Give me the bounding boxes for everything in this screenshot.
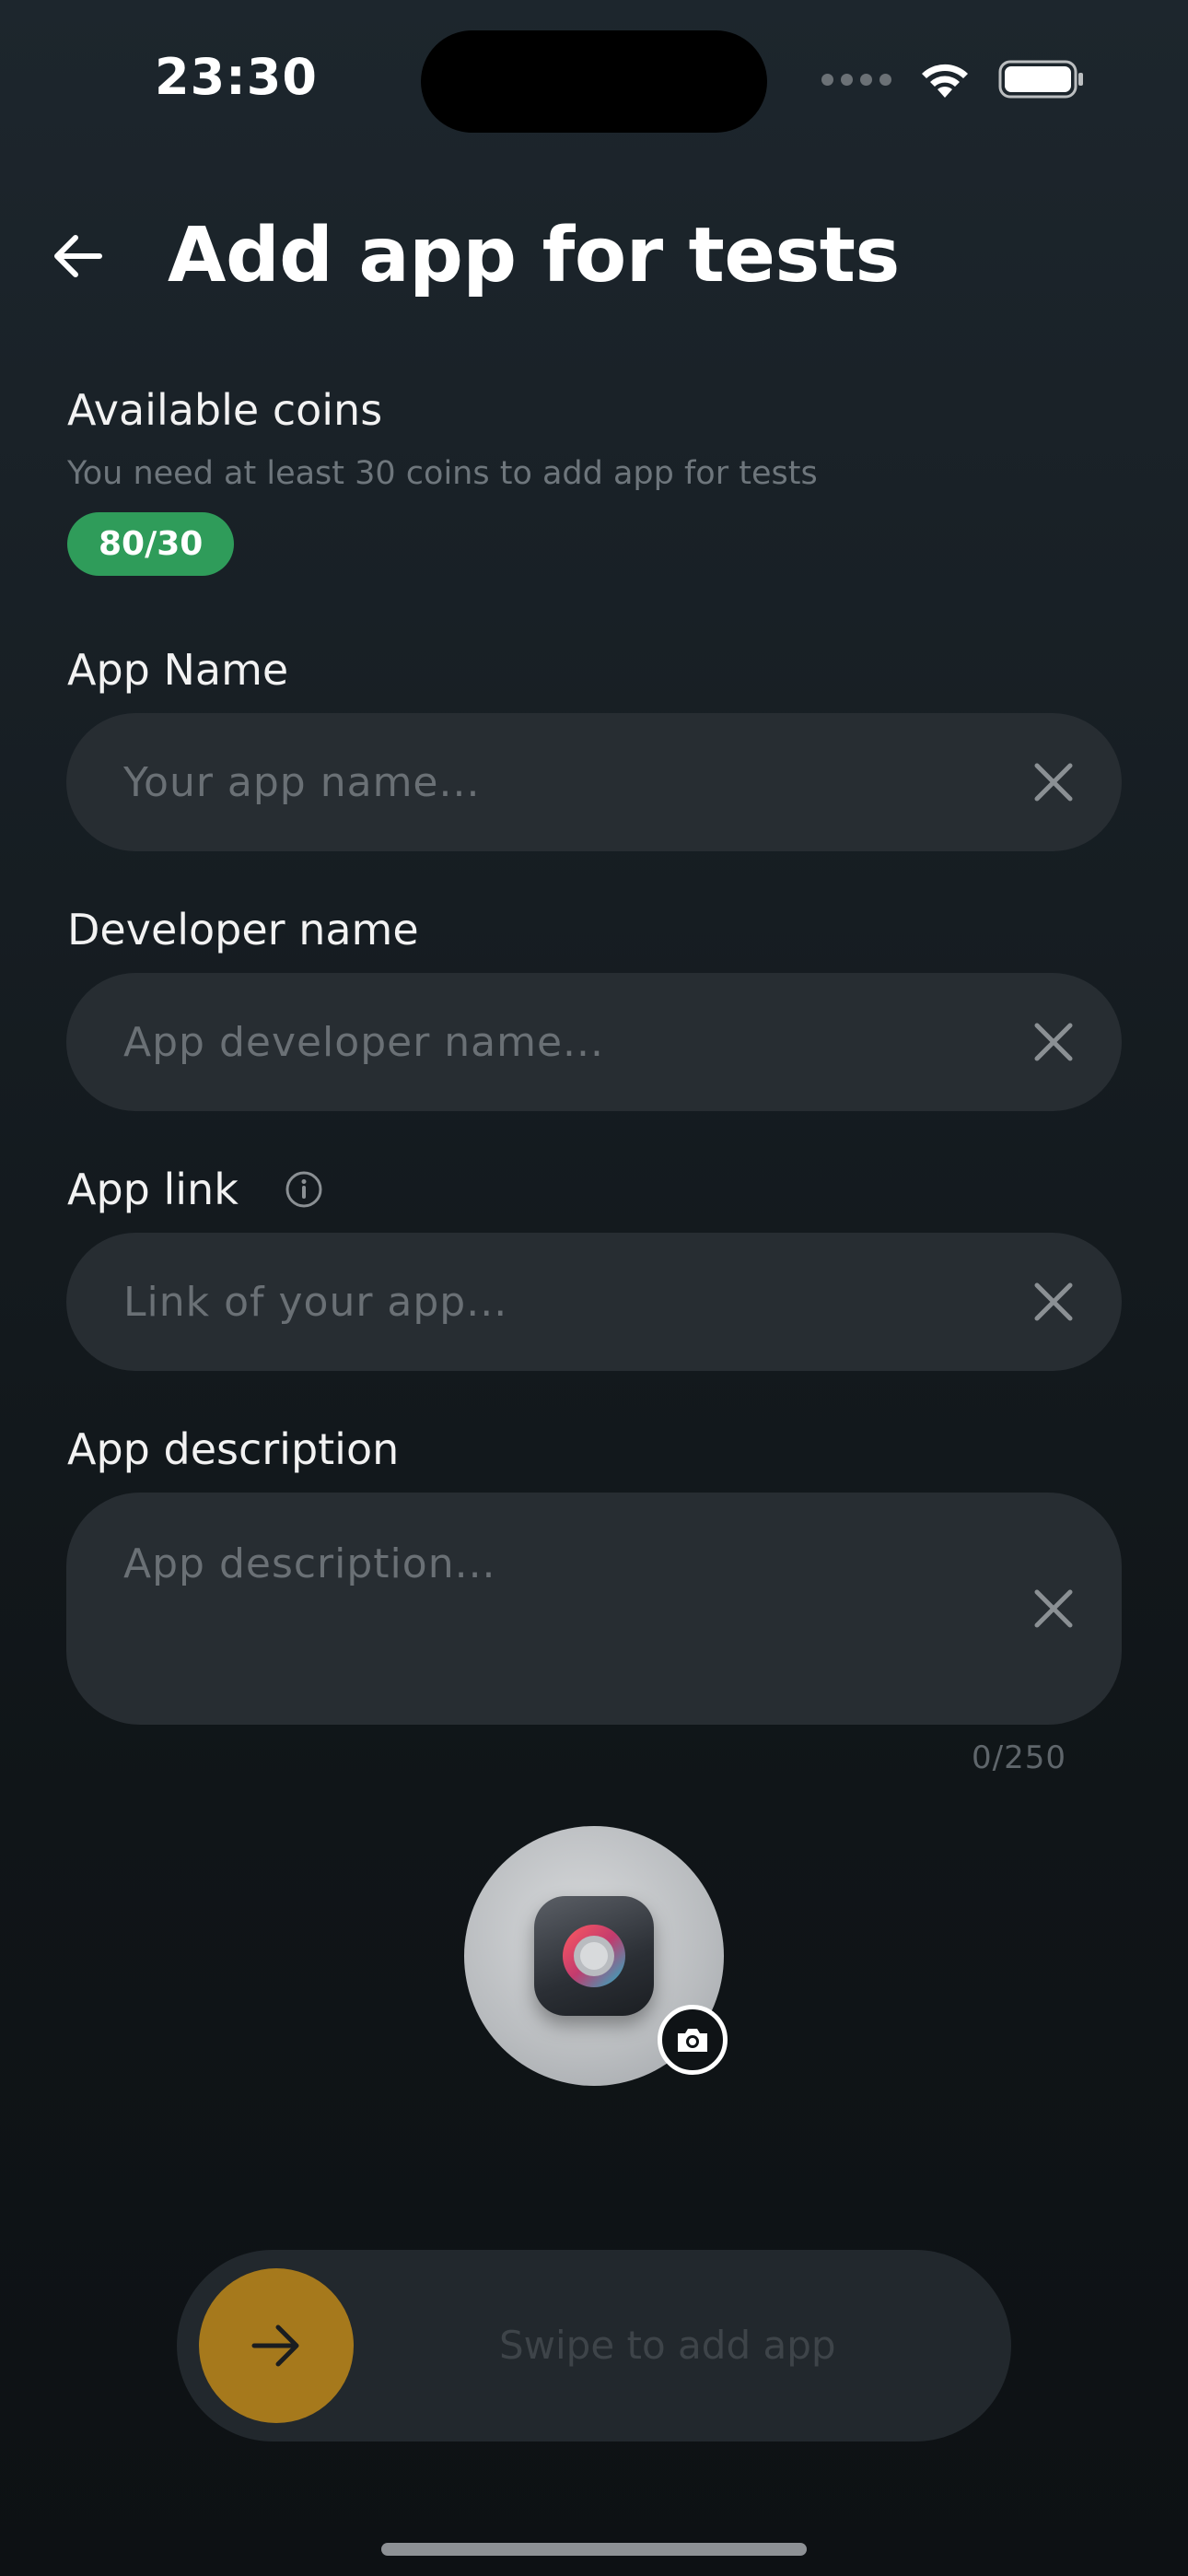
battery-icon xyxy=(998,60,1083,99)
app-icon-image xyxy=(534,1896,654,2016)
developer-name-label: Developer name xyxy=(67,905,419,954)
coins-title: Available coins xyxy=(67,385,383,435)
back-button[interactable] xyxy=(41,219,114,293)
arrow-right-icon xyxy=(251,2324,299,2367)
app-name-input[interactable] xyxy=(123,713,1007,851)
home-indicator[interactable] xyxy=(381,2543,807,2556)
app-link-label: App link xyxy=(67,1165,323,1214)
close-icon xyxy=(1034,1023,1073,1061)
lens-icon xyxy=(563,1925,625,1987)
developer-name-field xyxy=(66,973,1122,1111)
app-description-clear-button[interactable] xyxy=(1028,1583,1079,1634)
app-description-input[interactable] xyxy=(123,1540,1007,1688)
app-name-clear-button[interactable] xyxy=(1028,756,1079,808)
developer-name-clear-button[interactable] xyxy=(1028,1016,1079,1068)
status-icons xyxy=(821,59,1085,100)
app-link-input[interactable] xyxy=(123,1233,1007,1371)
swipe-handle[interactable] xyxy=(199,2268,354,2423)
change-icon-button[interactable] xyxy=(658,2005,728,2075)
app-name-label-text: App Name xyxy=(67,645,289,695)
page-title: Add app for tests xyxy=(168,212,900,299)
close-icon xyxy=(1034,1282,1073,1321)
app-link-label-text: App link xyxy=(67,1165,239,1214)
wifi-icon xyxy=(922,64,968,98)
dynamic-island xyxy=(421,30,767,133)
header: Add app for tests xyxy=(41,212,900,299)
swipe-label: Swipe to add app xyxy=(499,2323,836,2368)
info-icon[interactable] xyxy=(285,1170,323,1209)
developer-name-input[interactable] xyxy=(123,973,1007,1111)
close-icon xyxy=(1034,763,1073,802)
coins-section: Available coins You need at least 30 coi… xyxy=(67,385,818,576)
app-link-clear-button[interactable] xyxy=(1028,1276,1079,1328)
app-link-field xyxy=(66,1233,1122,1371)
cellular-signal-icon xyxy=(821,73,891,86)
app-name-field xyxy=(66,713,1122,851)
developer-name-label-text: Developer name xyxy=(67,905,419,954)
app-description-field xyxy=(66,1493,1122,1725)
swipe-to-add-track[interactable]: Swipe to add app xyxy=(177,2250,1011,2441)
coins-subtitle: You need at least 30 coins to add app fo… xyxy=(67,455,818,492)
app-description-label-text: App description xyxy=(67,1424,400,1474)
app-icon-picker[interactable] xyxy=(464,1826,728,2086)
app-description-label: App description xyxy=(67,1424,399,1474)
status-time: 23:30 xyxy=(155,48,318,106)
app-name-label: App Name xyxy=(67,645,288,695)
close-icon xyxy=(1034,1589,1073,1628)
status-bar: 23:30 xyxy=(0,0,1188,157)
camera-icon xyxy=(678,2029,707,2052)
coins-badge: 80/30 xyxy=(67,512,235,576)
description-char-counter: 0/250 xyxy=(972,1739,1066,1776)
back-arrow-icon xyxy=(54,234,102,277)
